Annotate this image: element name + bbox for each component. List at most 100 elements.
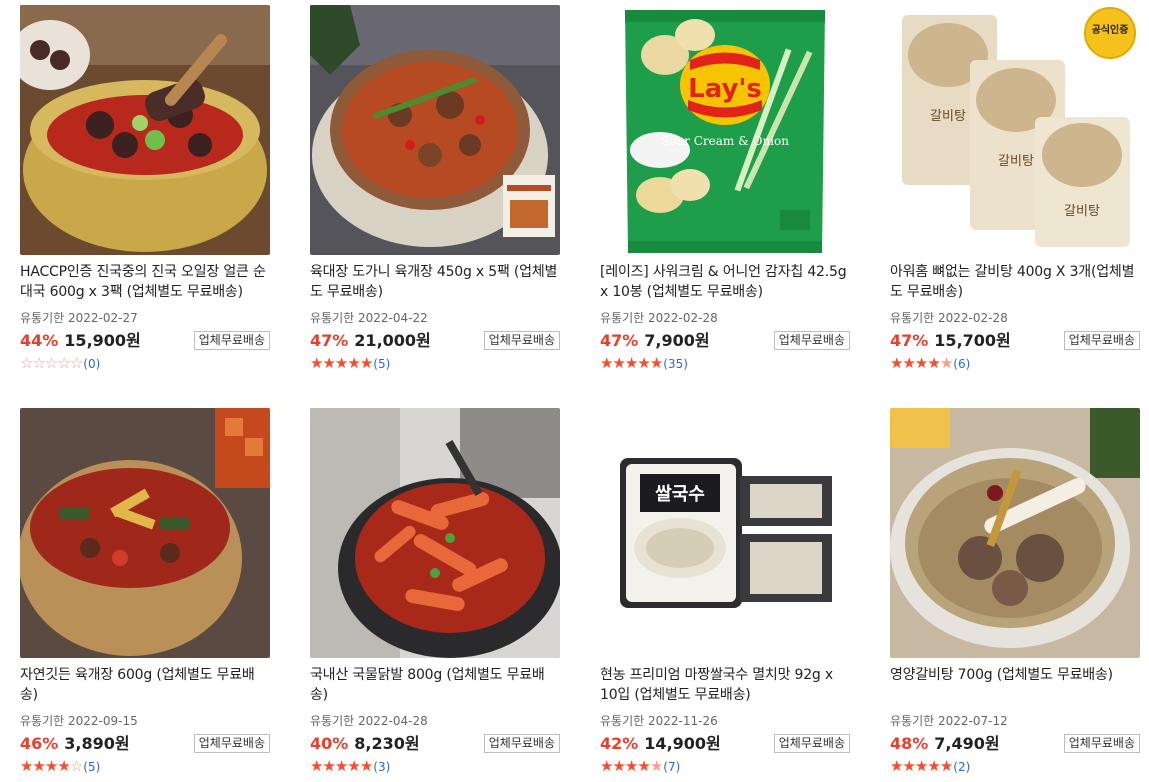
- star-icon: ★: [914, 757, 928, 775]
- product-title[interactable]: 국내산 국물닭발 800g (업체별도 무료배송): [310, 665, 560, 705]
- sale-price: 3,890원: [64, 734, 130, 753]
- rice-noodle-pack-photo: 쌀국수: [600, 408, 850, 658]
- product-image[interactable]: Lay's Sour Cream & Onion: [600, 5, 850, 255]
- product-title[interactable]: 육대장 도가니 육개장 450g x 5팩 (업체별도 무료배송): [310, 262, 560, 302]
- rating: ★★★★☆(5): [20, 757, 270, 775]
- sale-price: 8,230원: [354, 734, 420, 753]
- product-card[interactable]: 영양갈비탕 700g (업체별도 무료배송) 유통기한 2022-07-12 4…: [890, 408, 1140, 775]
- free-shipping-badge: 업체무료배송: [483, 734, 560, 753]
- price-row: 47% 21,000원 업체무료배송: [310, 329, 560, 353]
- price-row: 42% 14,900원 업체무료배송: [600, 732, 850, 756]
- product-image[interactable]: 쌀국수: [600, 408, 850, 658]
- star-icon: ★: [624, 354, 638, 372]
- product-image[interactable]: [20, 408, 270, 658]
- product-card[interactable]: 육대장 도가니 육개장 450g x 5팩 (업체별도 무료배송) 유통기한 2…: [310, 5, 560, 372]
- star-icon: ★: [347, 757, 360, 775]
- product-card[interactable]: Lay's Sour Cream & Onion [레이즈] 사워크림 & 어니…: [600, 5, 850, 372]
- star-icon: ★: [902, 757, 915, 775]
- product-card[interactable]: 쌀국수 현농 프리미엄 마짱쌀국수 멸치맛 92g x 10입 (업체별도 무료…: [600, 408, 850, 775]
- product-card[interactable]: 갈비탕 갈비탕 갈비탕 공식인증 아워홈 뼈없는 갈비탕 400g X 3개(업…: [890, 5, 1140, 372]
- review-count[interactable]: (7): [663, 760, 680, 774]
- chicken-feet-photo: [310, 408, 560, 658]
- free-shipping-badge: 업체무료배송: [773, 734, 850, 753]
- svg-text:갈비탕: 갈비탕: [998, 154, 1034, 169]
- rating: ★★★★★(2): [890, 757, 1140, 775]
- sale-price: 15,900원: [64, 331, 141, 350]
- star-icon: ★: [359, 354, 373, 372]
- review-count[interactable]: (5): [83, 760, 100, 774]
- price-row: 47% 7,900원 업체무료배송: [600, 329, 850, 353]
- product-card[interactable]: 국내산 국물닭발 800g (업체별도 무료배송) 유통기한 2022-04-2…: [310, 408, 560, 775]
- galbitang-bowl-photo: [890, 408, 1140, 658]
- product-title[interactable]: 영양갈비탕 700g (업체별도 무료배송): [890, 665, 1140, 705]
- product-card[interactable]: HACCP인증 진국중의 진국 오일장 얼큰 순대국 600g x 3팩 (업체…: [20, 5, 270, 372]
- review-count[interactable]: (0): [83, 357, 100, 371]
- star-rating: ★★★★★: [310, 354, 373, 372]
- free-shipping-badge: 업체무료배송: [193, 734, 270, 753]
- product-image[interactable]: [310, 5, 560, 255]
- sale-price: 15,700원: [934, 331, 1011, 350]
- star-icon: ★: [927, 354, 940, 372]
- star-icon: ★: [347, 354, 360, 372]
- sale-price: 7,900원: [644, 331, 710, 350]
- svg-text:쌀국수: 쌀국수: [655, 484, 705, 505]
- expiry-date: 유통기한 2022-11-26: [600, 714, 718, 728]
- star-icon: ★: [334, 757, 348, 775]
- star-icon: ★: [44, 757, 58, 775]
- star-icon: ★: [637, 354, 650, 372]
- star-icon: ★: [322, 354, 335, 372]
- expiry-date: 유통기한 2022-04-22: [310, 311, 428, 325]
- review-count[interactable]: (35): [663, 357, 688, 371]
- sale-price: 21,000원: [354, 331, 431, 350]
- star-icon: ★: [649, 757, 663, 775]
- rating: ★★★★★(7): [600, 757, 850, 775]
- yukgaejang-bowl-photo: [20, 408, 270, 658]
- star-icon: ☆: [32, 354, 45, 372]
- review-count[interactable]: (5): [373, 357, 390, 371]
- star-icon: ★: [927, 757, 940, 775]
- star-icon: ★: [939, 354, 953, 372]
- free-shipping-badge: 업체무료배송: [1063, 734, 1140, 753]
- discount-rate: 46%: [20, 734, 59, 753]
- star-icon: ★: [310, 757, 323, 775]
- product-image[interactable]: [310, 408, 560, 658]
- discount-rate: 48%: [890, 734, 929, 753]
- product-image[interactable]: 갈비탕 갈비탕 갈비탕 공식인증: [890, 5, 1140, 255]
- svg-text:갈비탕: 갈비탕: [1064, 204, 1100, 219]
- expiry-date: 유통기한 2022-07-12: [890, 714, 1008, 728]
- bag-flavor-text: Sour Cream & Onion: [661, 134, 789, 148]
- star-icon: ★: [310, 354, 323, 372]
- expiry-date: 유통기한 2022-02-28: [890, 311, 1008, 325]
- svg-text:갈비탕: 갈비탕: [930, 109, 966, 124]
- star-icon: ★: [612, 354, 625, 372]
- star-icon: ☆: [69, 757, 83, 775]
- chips-bag-photo: Lay's Sour Cream & Onion: [600, 5, 850, 255]
- star-rating: ★★★★★: [600, 757, 663, 775]
- star-rating: ★★★★☆: [20, 757, 83, 775]
- price-row: 40% 8,230원 업체무료배송: [310, 732, 560, 756]
- review-count[interactable]: (6): [953, 357, 970, 371]
- free-shipping-badge: 업체무료배송: [1063, 331, 1140, 350]
- star-icon: ★: [890, 757, 903, 775]
- star-icon: ★: [914, 354, 928, 372]
- product-title[interactable]: [레이즈] 사워크림 & 어니언 감자칩 42.5g x 10봉 (업체별도 무…: [600, 262, 850, 302]
- price-row: 48% 7,490원 업체무료배송: [890, 732, 1140, 756]
- review-count[interactable]: (2): [953, 760, 970, 774]
- star-icon: ★: [637, 757, 650, 775]
- product-image[interactable]: [890, 408, 1140, 658]
- official-certification-seal: 공식인증: [1084, 7, 1136, 59]
- product-title[interactable]: 아워홈 뼈없는 갈비탕 400g X 3개(업체별도 무료배송): [890, 262, 1140, 302]
- rating: ☆☆☆☆☆(0): [20, 354, 270, 372]
- rating: ★★★★★(35): [600, 354, 850, 372]
- expiry-date: 유통기한 2022-04-28: [310, 714, 428, 728]
- product-title[interactable]: HACCP인증 진국중의 진국 오일장 얼큰 순대국 600g x 3팩 (업체…: [20, 262, 270, 302]
- star-icon: ★: [334, 354, 348, 372]
- product-card[interactable]: 자연깃든 육개장 600g (업체별도 무료배송) 유통기한 2022-09-1…: [20, 408, 270, 775]
- discount-rate: 40%: [310, 734, 349, 753]
- review-count[interactable]: (3): [373, 760, 390, 774]
- product-image[interactable]: [20, 5, 270, 255]
- product-title[interactable]: 자연깃든 육개장 600g (업체별도 무료배송): [20, 665, 270, 705]
- discount-rate: 47%: [890, 331, 929, 350]
- product-title[interactable]: 현농 프리미엄 마짱쌀국수 멸치맛 92g x 10입 (업체별도 무료배송): [600, 665, 850, 705]
- expiry-date: 유통기한 2022-09-15: [20, 714, 138, 728]
